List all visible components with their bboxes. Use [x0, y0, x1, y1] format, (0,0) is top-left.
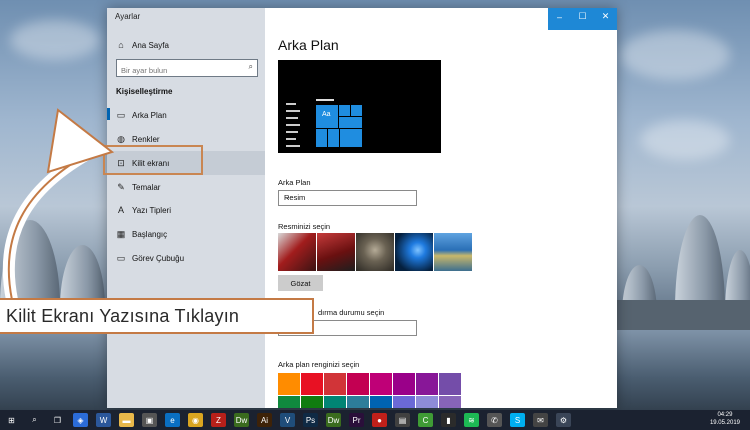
store-app-icon[interactable]: ▣ — [142, 413, 157, 427]
photoshop-app-icon[interactable]: Ps — [303, 413, 318, 427]
clock-date: 19.05.2019 — [709, 420, 740, 426]
tutorial-arrow — [2, 108, 115, 306]
edge-app-icon[interactable]: e — [165, 413, 180, 427]
camtasia-app-icon[interactable]: C — [418, 413, 433, 427]
system-clock[interactable]: 04:29 19.05.2019 — [710, 411, 740, 427]
filezilla-app-icon[interactable]: Z — [211, 413, 226, 427]
word-app-icon[interactable]: W — [96, 413, 111, 427]
instruction-banner: Kilit Ekranı Yazısına Tıklayın — [0, 298, 314, 334]
record-app-icon[interactable]: ● — [372, 413, 387, 427]
dreamweaver-2-app-icon[interactable]: Dw — [326, 413, 341, 427]
settings-app-icon[interactable]: ⚙ — [556, 413, 571, 427]
chrome-app-icon[interactable]: ◉ — [188, 413, 203, 427]
skype-app-icon[interactable]: S — [510, 413, 525, 427]
phone-app-icon[interactable]: ✆ — [487, 413, 502, 427]
taskbar: ⊞ ⌕ ❐ ◈ W ▬ ▣ e ◉ Z Dw Ai V Ps Dw Pr ● ▤ C ▮ ≋ ✆ S ✉ ⚙ 04:29 19.… — [0, 410, 750, 430]
dreamweaver-app-icon[interactable]: Dw — [234, 413, 249, 427]
gallery-app-icon[interactable]: ▤ — [395, 413, 410, 427]
search-icon[interactable]: ⌕ — [27, 413, 42, 427]
v-app-icon[interactable]: V — [280, 413, 295, 427]
start-icon[interactable]: ⊞ — [4, 413, 19, 427]
clock-time: 04:29 — [717, 412, 733, 418]
illustrator-app-icon[interactable]: Ai — [257, 413, 272, 427]
premiere-app-icon[interactable]: Pr — [349, 413, 364, 427]
shield-app-icon[interactable]: ◈ — [73, 413, 88, 427]
task-view-icon[interactable]: ❐ — [50, 413, 65, 427]
mail-app-icon[interactable]: ✉ — [533, 413, 548, 427]
arrow-head-icon — [46, 108, 115, 174]
folder-app-icon[interactable]: ▬ — [119, 413, 134, 427]
spotify-app-icon[interactable]: ≋ — [464, 413, 479, 427]
terminal-app-icon[interactable]: ▮ — [441, 413, 456, 427]
